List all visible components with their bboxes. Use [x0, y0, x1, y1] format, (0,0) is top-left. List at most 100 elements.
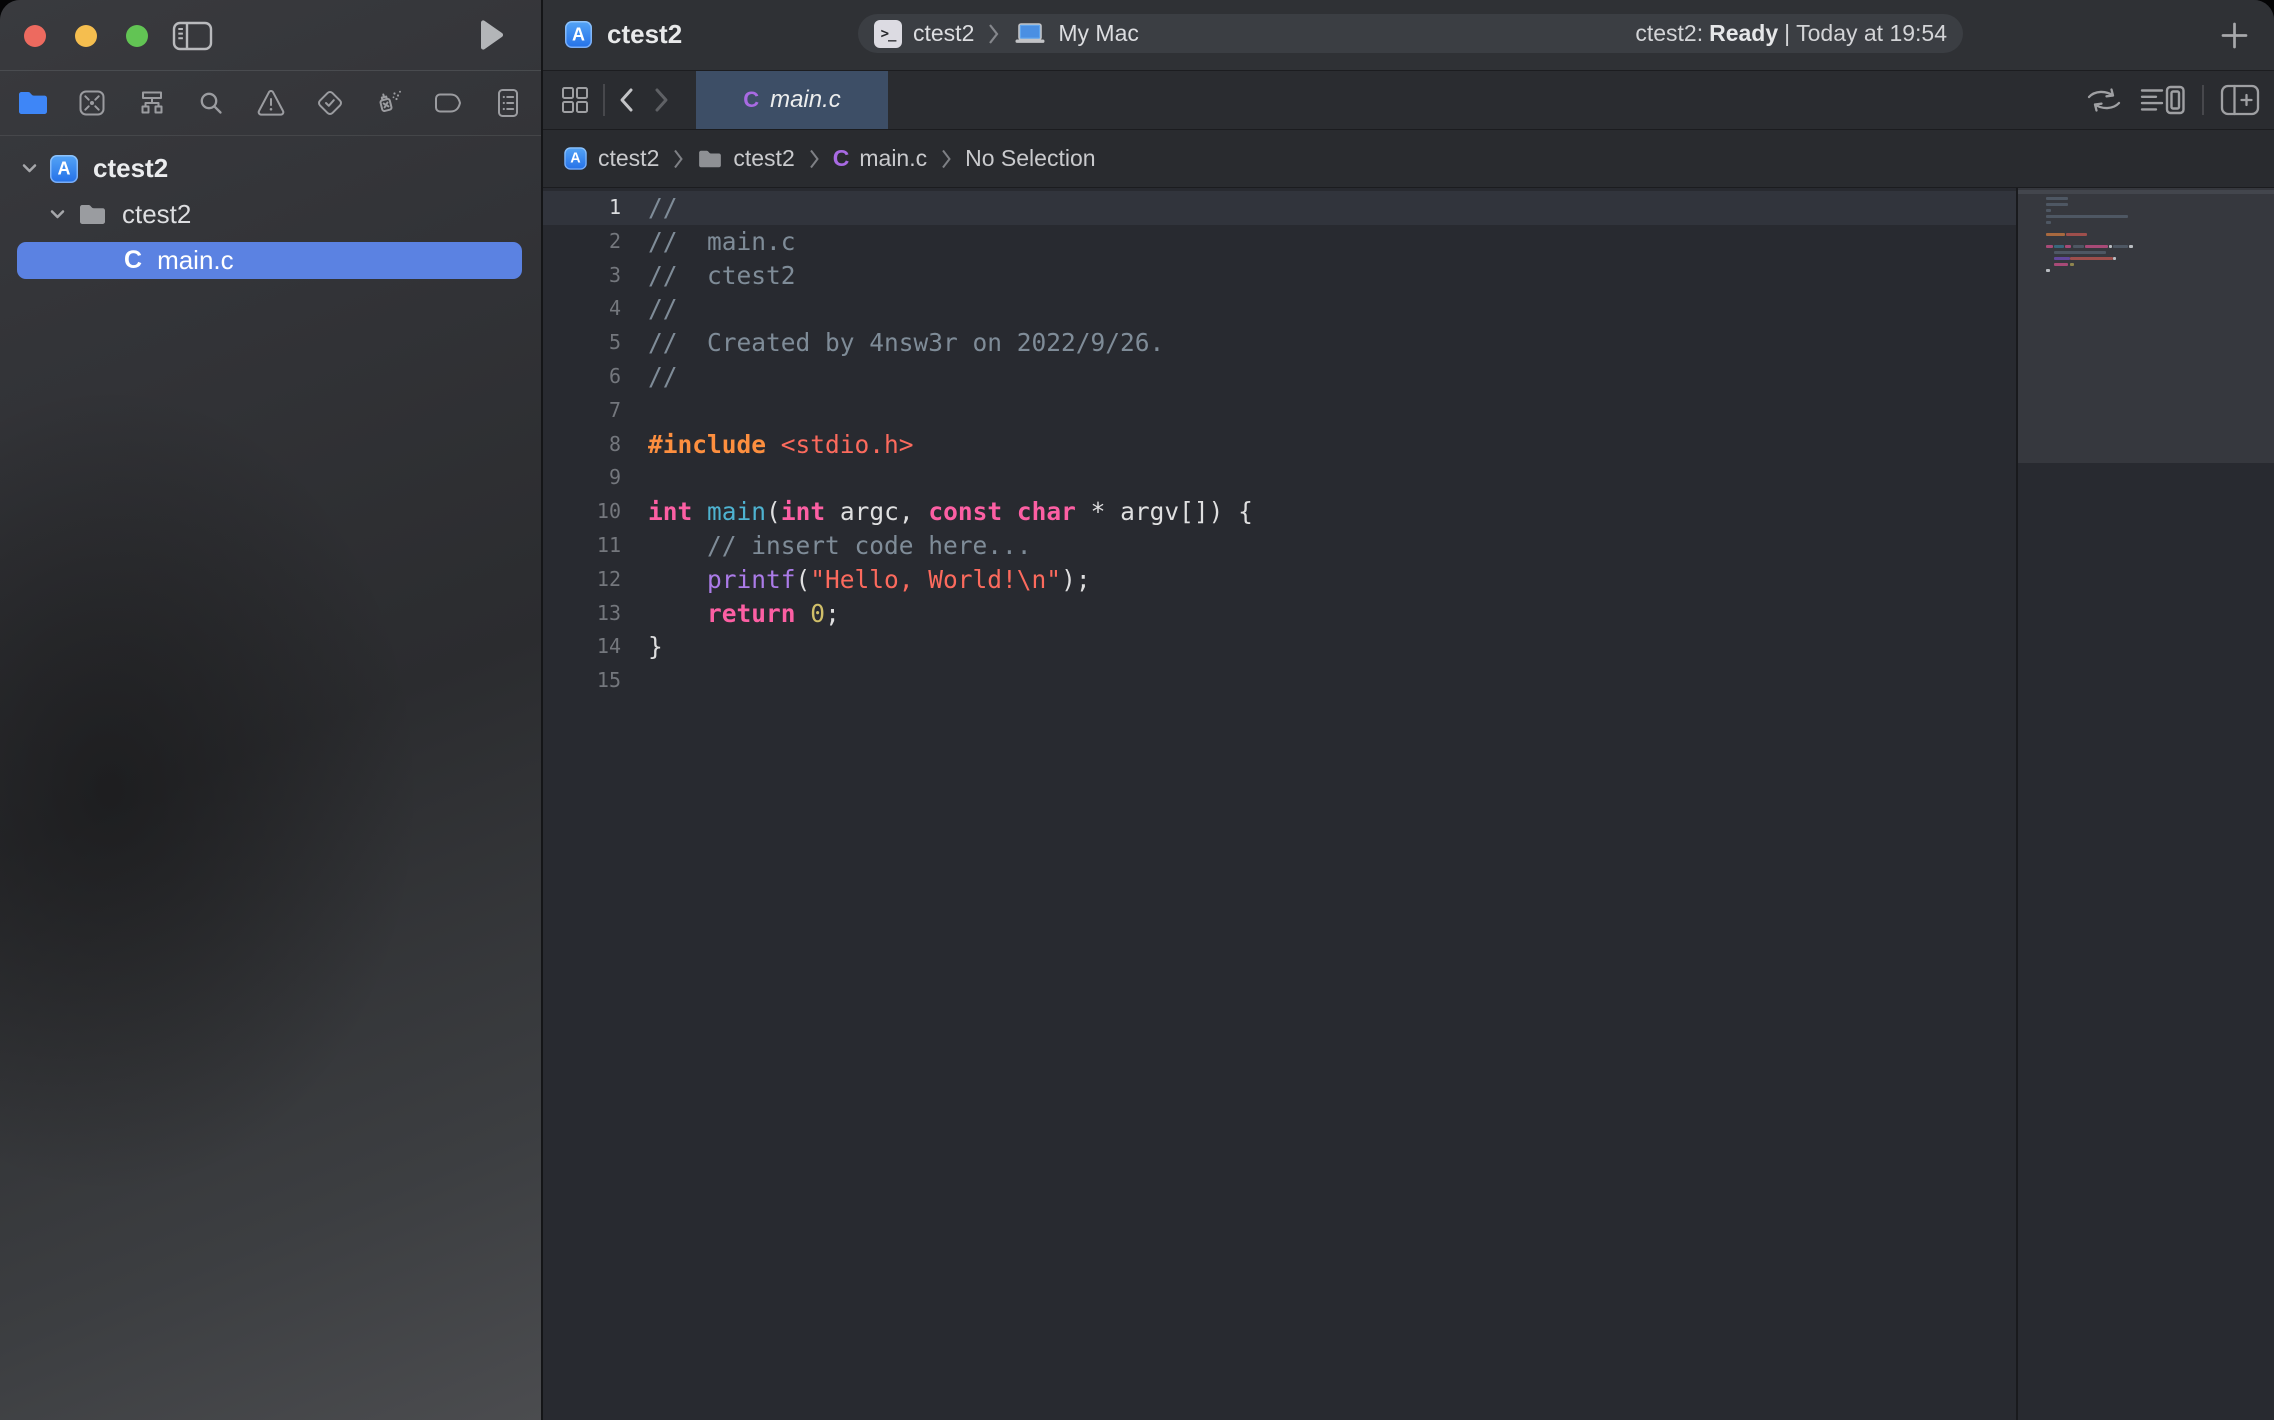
project-navigator-tree: Actest2ctest2Cmain.c [0, 150, 541, 288]
code-line [648, 394, 1253, 428]
jumpbar-segment-ctest2[interactable]: Actest2 [563, 145, 659, 172]
jumpbar-segment-main-c[interactable]: Cmain.c [833, 145, 927, 172]
line-number[interactable]: 7 [543, 394, 621, 428]
related-items-button[interactable] [2084, 86, 2124, 114]
navigator-bar [0, 71, 541, 136]
disclosure-chevron-icon [49, 209, 66, 220]
status-time: | Today at 19:54 [1784, 20, 1947, 47]
chevron-right-icon [653, 87, 671, 113]
tab-main-c[interactable]: C main.c [696, 71, 888, 129]
line-number[interactable]: 3 [543, 259, 621, 293]
breakpoint-navigator[interactable] [422, 78, 476, 128]
sidebar-toolbar [0, 0, 541, 71]
tree-item-label: ctest2 [122, 199, 191, 230]
divider [603, 84, 605, 116]
workspace-main: A ctest2 >_ ctest2 My Mac ctest2: [543, 0, 2274, 1420]
editor-grid-icon[interactable] [561, 86, 589, 114]
issue-navigator[interactable] [244, 78, 298, 128]
jumpbar-segment-ctest2[interactable]: ctest2 [697, 145, 794, 172]
minimap-bar [2066, 233, 2087, 236]
build-status[interactable]: ctest2: Ready | Today at 19:54 [1635, 20, 1947, 47]
line-number[interactable]: 2 [543, 225, 621, 259]
line-number-gutter[interactable]: 123456789101112131415 [543, 191, 621, 698]
warning-triangle-icon [255, 88, 287, 118]
tree-row-main-c[interactable]: Cmain.c [17, 242, 522, 279]
minimap-bar [2046, 209, 2051, 212]
source-control-navigator[interactable] [65, 78, 119, 128]
project-navigator[interactable] [6, 78, 60, 128]
editor-options-button[interactable] [2140, 83, 2186, 117]
swap-arrows-icon [2084, 86, 2124, 114]
code-line: // [648, 191, 1253, 225]
close-button[interactable] [24, 25, 46, 47]
jumpbar-label: No Selection [965, 145, 1095, 172]
titlebar: A ctest2 >_ ctest2 My Mac ctest2: [543, 0, 2274, 71]
spray-bottle-icon [373, 87, 405, 119]
minimap-bar [2113, 245, 2128, 248]
status-target: ctest2: [1635, 20, 1703, 47]
minimap-bar [2054, 245, 2064, 248]
c-file-icon: C [124, 246, 142, 275]
activity-view[interactable]: >_ ctest2 My Mac ctest2: Ready | Toda [858, 14, 1963, 53]
minimap-bar [2054, 251, 2106, 254]
add-editor-button[interactable] [2220, 84, 2260, 116]
tree-item-label: ctest2 [93, 153, 168, 184]
diamond-check-icon [314, 87, 346, 119]
jumpbar-segment-no-selection[interactable]: No Selection [965, 145, 1095, 172]
line-number[interactable]: 1 [543, 191, 621, 225]
tree-row-ctest2[interactable]: ctest2 [0, 196, 541, 233]
disclosure-chevron[interactable] [48, 209, 66, 220]
forward-button[interactable] [653, 87, 671, 113]
hierarchy-icon [137, 88, 167, 118]
line-number[interactable]: 5 [543, 326, 621, 360]
test-navigator[interactable] [303, 78, 357, 128]
line-number[interactable]: 10 [543, 495, 621, 529]
zoom-button[interactable] [126, 25, 148, 47]
tree-row-ctest2[interactable]: Actest2 [0, 150, 541, 187]
line-number[interactable]: 12 [543, 563, 621, 597]
status-state: Ready [1709, 20, 1778, 47]
line-number[interactable]: 8 [543, 428, 621, 462]
symbol-navigator[interactable] [125, 78, 179, 128]
tab-bar: C main.c [543, 71, 2274, 130]
destination-name[interactable]: My Mac [1058, 20, 1139, 47]
minimap[interactable] [2018, 188, 2274, 1420]
disclosure-chevron[interactable] [20, 163, 38, 174]
report-list-icon [493, 87, 523, 119]
run-button[interactable] [477, 19, 505, 51]
line-number[interactable]: 6 [543, 360, 621, 394]
chevron-right-icon [672, 148, 684, 170]
debug-navigator[interactable] [362, 78, 416, 128]
minimap-bar [2129, 245, 2133, 248]
toggle-sidebar-button[interactable] [172, 21, 213, 51]
split-editor-icon [2220, 84, 2260, 116]
line-number[interactable]: 4 [543, 292, 621, 326]
report-navigator[interactable] [481, 78, 535, 128]
traffic-lights [24, 25, 148, 47]
chevron-right-icon [940, 148, 952, 170]
folder-icon [78, 203, 107, 226]
minimap-bar [2065, 245, 2071, 248]
minimap-bar [2070, 263, 2074, 266]
minimize-button[interactable] [75, 25, 97, 47]
source-code: //// main.c// ctest2//// Created by 4nsw… [648, 191, 1253, 698]
back-button[interactable] [617, 87, 635, 113]
project-icon: A [564, 147, 587, 170]
find-navigator[interactable] [184, 78, 238, 128]
disclosure-chevron-icon [21, 163, 38, 174]
sidebar-icon [172, 21, 213, 51]
code-line: // [648, 292, 1253, 326]
code-editor[interactable]: 123456789101112131415 //// main.c// ctes… [543, 188, 2274, 1420]
editor-controls [2084, 71, 2260, 129]
jumpbar-label: ctest2 [733, 145, 794, 172]
line-number[interactable]: 11 [543, 529, 621, 563]
line-number[interactable]: 14 [543, 630, 621, 664]
tab-label: main.c [770, 86, 841, 114]
library-add-button[interactable] [2219, 20, 2250, 51]
line-number[interactable]: 13 [543, 597, 621, 631]
code-line: int main(int argc, const char * argv[]) … [648, 495, 1253, 529]
code-line: // insert code here... [648, 529, 1253, 563]
line-number[interactable]: 15 [543, 664, 621, 698]
scheme-name[interactable]: ctest2 [913, 20, 974, 47]
line-number[interactable]: 9 [543, 461, 621, 495]
